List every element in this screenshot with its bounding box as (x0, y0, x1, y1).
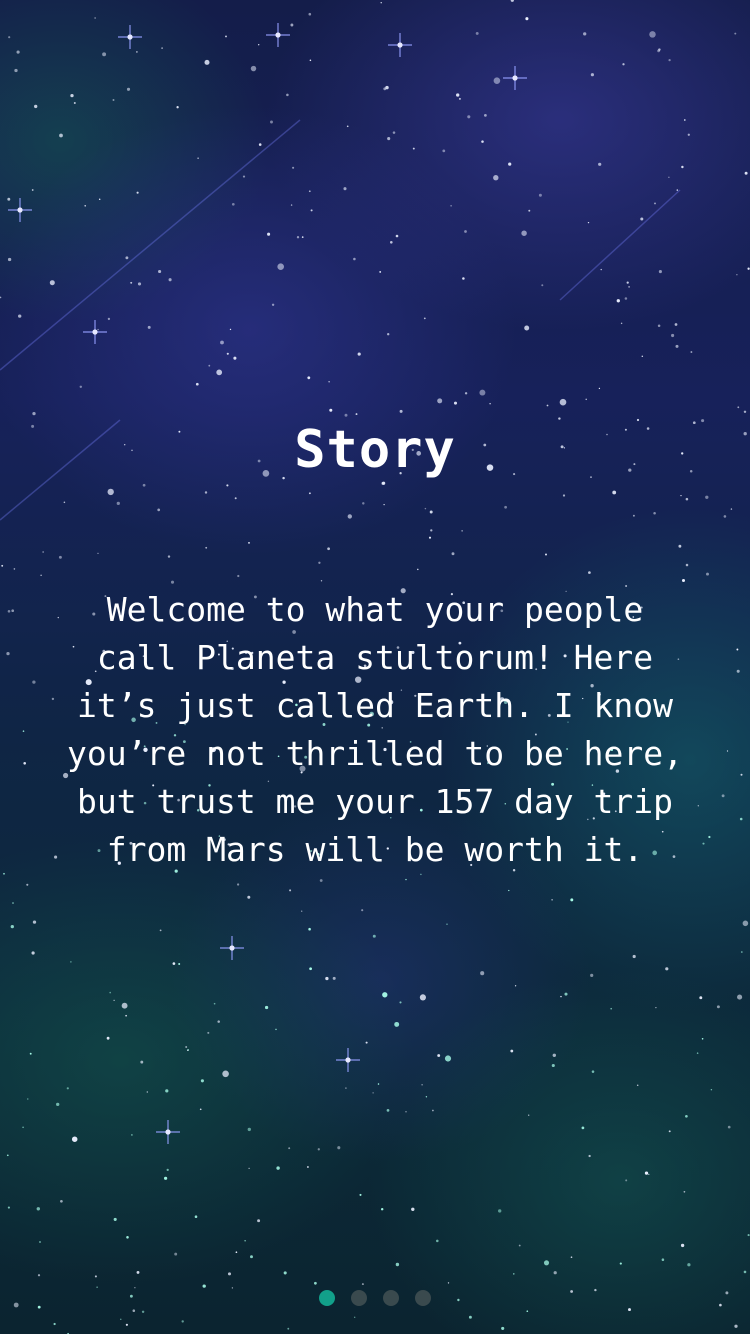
page-dot-1[interactable] (319, 1290, 335, 1306)
page-dot-3[interactable] (383, 1290, 399, 1306)
page-title: Story (294, 420, 456, 480)
page-dot-2[interactable] (351, 1290, 367, 1306)
story-body-text: Welcome to what your people call Planeta… (67, 590, 683, 869)
page-indicator (0, 1290, 750, 1306)
story-screen: Story Welcome to what your people call P… (0, 0, 750, 1334)
page-dot-4[interactable] (415, 1290, 431, 1306)
